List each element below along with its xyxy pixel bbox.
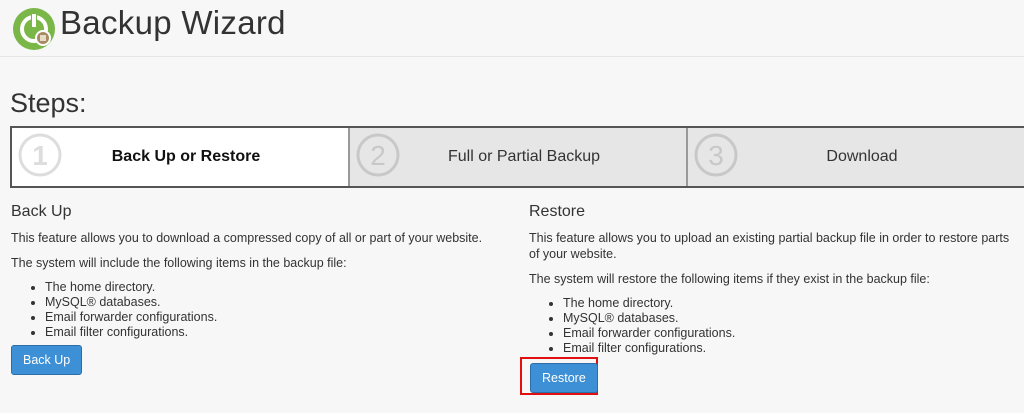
backup-heading: Back Up — [11, 203, 72, 220]
step-number: 3 — [708, 140, 724, 171]
restore-description: This feature allows you to upload an exi… — [529, 231, 1010, 261]
back-up-button[interactable]: Back Up — [11, 345, 83, 375]
list-item: Email forwarder configurations. — [45, 310, 511, 325]
backup-wizard-logo-icon — [13, 8, 55, 50]
page-header: Backup Wizard — [0, 0, 1024, 57]
list-item: Email filter configurations. — [45, 325, 511, 340]
step-number-1-icon: 1 — [18, 133, 62, 177]
step-back-up-or-restore: 1 Back Up or Restore — [10, 128, 348, 186]
backup-section: Back Up This feature allows you to downl… — [11, 204, 511, 340]
step-number-2-icon: 2 — [356, 133, 400, 177]
step-number-3-icon: 3 — [694, 133, 738, 177]
backup-items-list: The home directory. MySQL® databases. Em… — [11, 280, 511, 340]
list-item: The home directory. — [45, 280, 511, 295]
restore-intro: The system will restore the following it… — [529, 272, 930, 286]
restore-items-list: The home directory. MySQL® databases. Em… — [529, 296, 1019, 356]
page-title: Backup Wizard — [60, 4, 286, 41]
step-full-or-partial-backup: 2 Full or Partial Backup — [348, 128, 686, 186]
step-label: Full or Partial Backup — [447, 148, 601, 165]
restore-button[interactable]: Restore — [530, 363, 598, 393]
restore-heading: Restore — [529, 203, 586, 220]
list-item: Email filter configurations. — [563, 341, 1019, 356]
step-label: Back Up or Restore — [111, 148, 261, 165]
restore-highlight-box: Restore — [520, 357, 598, 395]
steps-heading: Steps: — [10, 88, 87, 118]
list-item: The home directory. — [563, 296, 1019, 311]
list-item: MySQL® databases. — [563, 311, 1019, 326]
steps-progress-bar: 1 Back Up or Restore 2 Full or Partial B… — [10, 126, 1024, 188]
list-item: MySQL® databases. — [45, 295, 511, 310]
step-number: 1 — [32, 140, 48, 171]
restore-section: Restore This feature allows you to uploa… — [529, 204, 1019, 356]
step-download: 3 Download — [686, 128, 1024, 186]
step-label: Download — [826, 148, 898, 165]
backup-description: This feature allows you to download a co… — [11, 231, 483, 245]
list-item: Email forwarder configurations. — [563, 326, 1019, 341]
backup-intro: The system will include the following it… — [11, 256, 347, 270]
step-number: 2 — [370, 140, 386, 171]
